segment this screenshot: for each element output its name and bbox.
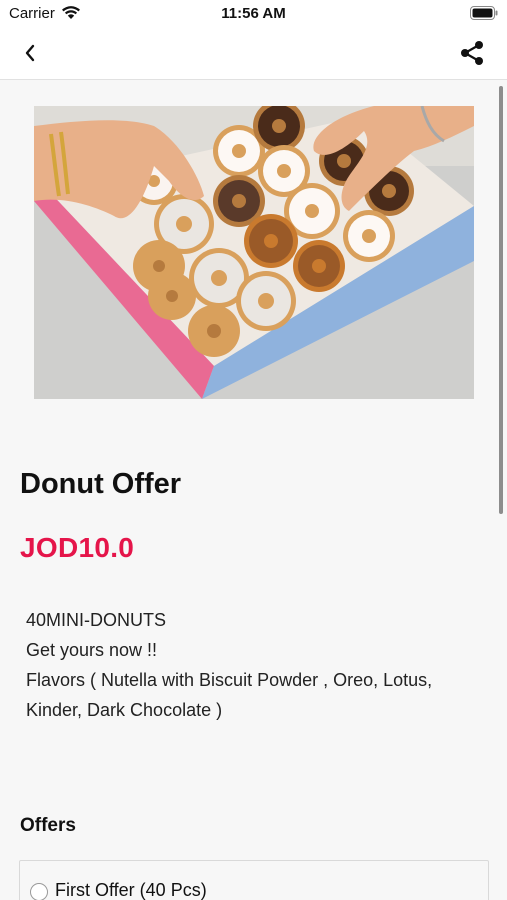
description-line: 40MINI-DONUTS	[26, 610, 167, 630]
share-icon	[461, 41, 483, 65]
product-title: Donut Offer	[20, 468, 182, 500]
scrollbar[interactable]	[499, 86, 503, 514]
product-details-scroll[interactable]: Donut Offer JOD10.0 40MINI-DONUTS Get yo…	[0, 80, 507, 900]
offers-heading: Offers	[20, 815, 76, 836]
battery-icon	[470, 6, 498, 20]
product-description: 40MINI-DONUTS Get yours now !! Flavors (…	[26, 605, 486, 725]
status-time: 11:56 AM	[221, 5, 286, 22]
offer-label[interactable]: First Offer (40 Pcs)	[55, 880, 207, 900]
status-bar: Carrier 11:56 AM	[0, 0, 507, 28]
description-line: Get yours now !!	[26, 640, 158, 660]
navigation-bar	[0, 28, 507, 80]
offers-list: First Offer (40 Pcs)	[19, 860, 489, 900]
chevron-left-icon	[25, 44, 35, 62]
back-button[interactable]	[14, 39, 46, 67]
offer-radio-button[interactable]	[30, 883, 48, 900]
product-price: JOD10.0	[20, 532, 135, 563]
description-line: Flavors ( Nutella with Biscuit Powder , …	[26, 670, 433, 690]
product-image	[34, 106, 474, 399]
share-button[interactable]	[457, 39, 487, 67]
description-line: Kinder, Dark Chocolate )	[26, 700, 223, 720]
